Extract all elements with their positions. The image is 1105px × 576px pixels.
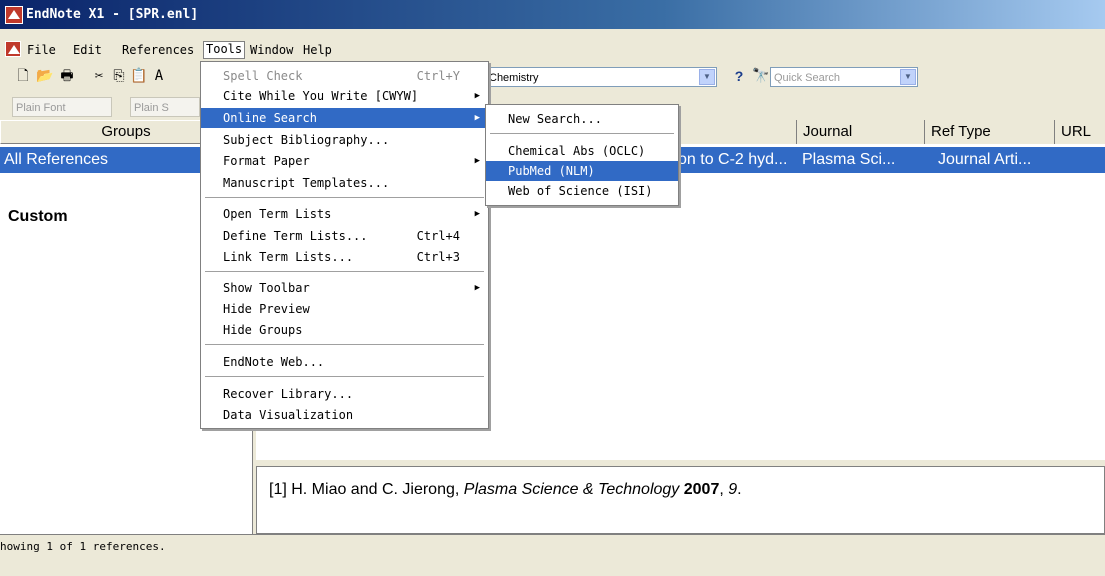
menu-separator bbox=[490, 133, 674, 134]
shortcut: Ctrl+3 bbox=[416, 250, 460, 264]
citation-suffix: . bbox=[737, 481, 742, 498]
open-icon[interactable]: 📂 bbox=[36, 68, 54, 84]
column-journal[interactable]: Journal bbox=[796, 120, 916, 144]
menu-item-subject-bibliography[interactable]: Subject Bibliography... bbox=[201, 130, 488, 150]
formatted-citation: [1] H. Miao and C. Jierong, Plasma Scien… bbox=[269, 481, 742, 499]
size-combo[interactable]: Plain S bbox=[130, 97, 200, 117]
format-icon[interactable]: A bbox=[150, 68, 168, 84]
paste-icon[interactable]: 📋 bbox=[130, 68, 148, 84]
citation-separator: , bbox=[719, 481, 729, 498]
shortcut: Ctrl+Y bbox=[416, 69, 460, 83]
chevron-down-icon[interactable]: ▼ bbox=[699, 69, 715, 85]
menu-item-hide-preview[interactable]: Hide Preview bbox=[201, 299, 488, 319]
main-toolbar: 🗋 📂 🖶 ✂ ⎘ 📋 A Chemistry ▼ ? 🔭 Quick Sear… bbox=[0, 60, 1105, 94]
endnote-icon bbox=[5, 6, 23, 24]
column-url[interactable]: URL bbox=[1054, 120, 1105, 144]
citation-year: 2007 bbox=[683, 481, 720, 498]
menu-edit[interactable]: Edit bbox=[73, 43, 102, 57]
menu-item-chemical-abs[interactable]: Chemical Abs (OCLC) bbox=[486, 141, 678, 161]
style-combo[interactable]: Chemistry ▼ bbox=[485, 67, 717, 87]
title-bar: EndNote X1 - [SPR.enl] bbox=[0, 0, 1105, 29]
font-combo-value: Plain Font bbox=[16, 102, 66, 114]
citation-authors: [1] H. Miao and C. Jierong, bbox=[269, 481, 464, 498]
quick-search-combo[interactable]: Quick Search ▼ bbox=[770, 67, 918, 87]
menu-references[interactable]: References bbox=[122, 43, 194, 57]
group-custom-heading[interactable]: Custom bbox=[8, 208, 68, 226]
submenu-arrow-icon: ▶ bbox=[474, 91, 480, 101]
cell-ref-type: Journal Arti... bbox=[938, 151, 1032, 168]
menu-item-format-paper[interactable]: Format Paper ▶ bbox=[201, 151, 488, 171]
menu-bar: File Edit References Tools Window Help bbox=[0, 29, 1105, 61]
menu-item-spell-check[interactable]: Spell Check Ctrl+Y bbox=[201, 66, 488, 86]
menu-window[interactable]: Window bbox=[250, 43, 293, 57]
menu-item-show-toolbar[interactable]: Show Toolbar ▶ bbox=[201, 278, 488, 298]
binoculars-icon[interactable]: 🔭 bbox=[752, 68, 770, 84]
menu-item-web-of-science[interactable]: Web of Science (ISI) bbox=[486, 181, 678, 201]
print-icon[interactable]: 🖶 bbox=[58, 68, 76, 84]
menu-item-cwyw[interactable]: Cite While You Write [CWYW] ▶ bbox=[201, 86, 488, 106]
status-bar: howing 1 of 1 references. bbox=[0, 534, 1105, 576]
quick-search-placeholder: Quick Search bbox=[774, 72, 841, 84]
menu-item-manuscript-templates[interactable]: Manuscript Templates... bbox=[201, 173, 488, 193]
size-combo-value: Plain S bbox=[134, 102, 169, 114]
submenu-arrow-icon: ▶ bbox=[474, 209, 480, 219]
menu-item-online-search[interactable]: Online Search ▶ bbox=[201, 108, 488, 128]
menu-item-new-search[interactable]: New Search... bbox=[486, 109, 678, 129]
menu-item-open-term-lists[interactable]: Open Term Lists ▶ bbox=[201, 204, 488, 224]
style-combo-value: Chemistry bbox=[489, 72, 539, 84]
menu-item-endnote-web[interactable]: EndNote Web... bbox=[201, 352, 488, 372]
menu-file[interactable]: File bbox=[27, 43, 56, 57]
preview-pane[interactable]: [1] H. Miao and C. Jierong, Plasma Scien… bbox=[256, 466, 1105, 534]
document-icon[interactable] bbox=[5, 41, 21, 57]
menu-separator bbox=[205, 344, 484, 345]
cell-journal: Plasma Sci... bbox=[802, 151, 896, 168]
tools-menu: Spell Check Ctrl+Y Cite While You Write [… bbox=[200, 61, 489, 429]
column-ref-type[interactable]: Ref Type bbox=[924, 120, 1046, 144]
menu-separator bbox=[205, 376, 484, 377]
citation-journal: Plasma Science & Technology bbox=[463, 481, 680, 498]
help-icon[interactable]: ? bbox=[730, 68, 748, 84]
menu-tools[interactable]: Tools bbox=[203, 41, 246, 59]
copy-icon[interactable]: ⎘ bbox=[110, 68, 128, 84]
menu-separator bbox=[205, 271, 484, 272]
menu-item-define-term-lists[interactable]: Define Term Lists... Ctrl+4 bbox=[201, 226, 488, 246]
menu-item-recover-library[interactable]: Recover Library... bbox=[201, 384, 488, 404]
menu-separator bbox=[205, 197, 484, 198]
status-text: howing 1 of 1 references. bbox=[0, 540, 166, 553]
cell-title: on to C-2 hyd... bbox=[678, 151, 788, 168]
font-combo[interactable]: Plain Font bbox=[12, 97, 112, 117]
citation-volume: 9 bbox=[728, 481, 738, 498]
window-title: EndNote X1 - [SPR.enl] bbox=[26, 7, 199, 22]
new-icon[interactable]: 🗋 bbox=[14, 68, 32, 84]
menu-help[interactable]: Help bbox=[303, 43, 332, 57]
menu-item-pubmed[interactable]: PubMed (NLM) bbox=[486, 161, 678, 181]
menu-item-data-visualization[interactable]: Data Visualization bbox=[201, 405, 488, 425]
submenu-arrow-icon: ▶ bbox=[474, 156, 480, 166]
chevron-down-icon[interactable]: ▼ bbox=[900, 69, 916, 85]
online-search-submenu: New Search... Chemical Abs (OCLC) PubMed… bbox=[485, 104, 679, 206]
menu-item-hide-groups[interactable]: Hide Groups bbox=[201, 320, 488, 340]
cut-icon[interactable]: ✂ bbox=[90, 68, 108, 84]
shortcut: Ctrl+4 bbox=[416, 229, 460, 243]
submenu-arrow-icon: ▶ bbox=[474, 113, 480, 123]
submenu-arrow-icon: ▶ bbox=[474, 283, 480, 293]
menu-item-link-term-lists[interactable]: Link Term Lists... Ctrl+3 bbox=[201, 247, 488, 267]
